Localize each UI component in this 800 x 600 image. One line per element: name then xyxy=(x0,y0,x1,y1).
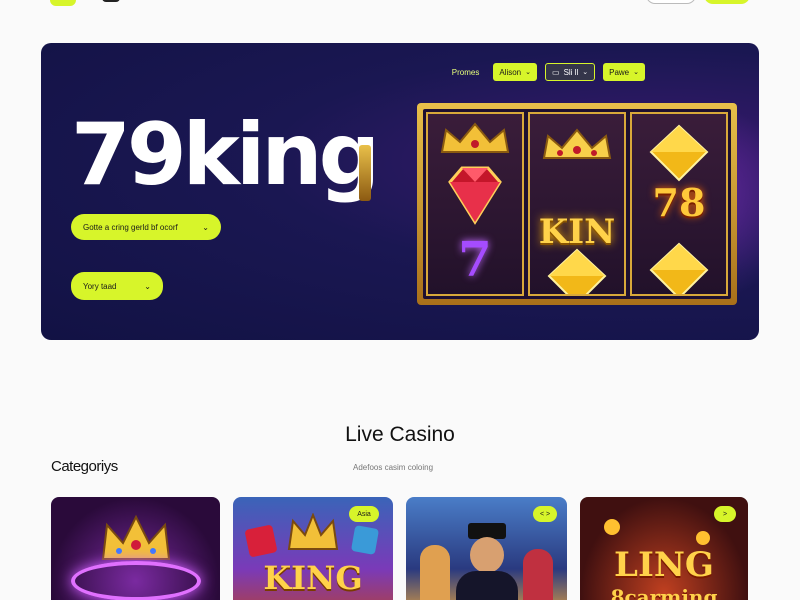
crown-icon xyxy=(440,122,510,153)
category-cards: Asia KING < > > LING 8carming xyxy=(51,497,748,600)
dice-icon xyxy=(244,524,278,558)
hero-nav-slill-label: Sli ll xyxy=(563,67,579,77)
gamepad-icon: ▭ xyxy=(552,67,560,77)
signup-button[interactable] xyxy=(704,0,750,4)
categories-subtitle: Adefoos casim coloing xyxy=(353,463,434,472)
hero-title: 79king xyxy=(71,105,380,205)
crown-icon xyxy=(101,514,171,560)
category-card[interactable]: > LING 8carming xyxy=(580,497,748,600)
hero-nav-pawe[interactable]: Pawe ⌄ xyxy=(603,63,645,81)
dealer-body xyxy=(456,571,518,600)
slot-reels: 7 KIN 78 xyxy=(423,109,731,299)
slot-reel-2: KIN xyxy=(528,112,626,296)
hero-nav-slill[interactable]: ▭ Sli ll ⌄ xyxy=(545,63,596,81)
card-art-text: LING xyxy=(614,545,714,585)
chevron-down-icon: ⌄ xyxy=(633,69,639,76)
crown-icon xyxy=(542,128,612,159)
slot-reel-1: 7 xyxy=(426,112,524,296)
card-art-subtext: 8carming xyxy=(610,585,718,600)
hero-secondary-button[interactable]: Yory taad ⌄ xyxy=(71,272,163,300)
chevron-down-icon: ⌄ xyxy=(202,222,209,232)
coin-icon xyxy=(604,519,620,535)
categories-title: Categoriys xyxy=(51,458,118,475)
gold-gem-icon xyxy=(649,242,709,294)
chevron-down-icon: ⌄ xyxy=(582,69,589,76)
section-title: Live Casino xyxy=(345,423,455,446)
hero-nav-label: Promes xyxy=(451,67,480,77)
category-card[interactable]: < > xyxy=(406,497,567,600)
gold-gem-icon xyxy=(547,248,607,294)
logo-mark[interactable] xyxy=(50,0,76,6)
slot-kin-text: KIN xyxy=(538,212,616,252)
card-art-text: KING xyxy=(263,559,363,597)
hero-nav-alison[interactable]: Alison ⌄ xyxy=(493,63,537,81)
card-badge[interactable]: < > xyxy=(533,506,557,522)
dealer-face xyxy=(470,537,504,573)
coin-icon xyxy=(696,531,710,545)
logo-text xyxy=(102,0,120,2)
hero-nav-pawe-label: Pawe xyxy=(609,67,630,77)
hero-nav: Promes Alison ⌄ ▭ Sli ll ⌄ Pawe ⌄ xyxy=(452,63,645,81)
card-badge[interactable]: Asia xyxy=(349,506,379,522)
category-card[interactable]: Asia KING xyxy=(233,497,393,600)
chevron-down-icon: ⌄ xyxy=(144,281,151,291)
hero-secondary-label: Yory taad xyxy=(83,281,117,291)
chevron-down-icon: ⌄ xyxy=(525,69,531,76)
hero-dropdown-label: Gotte a cring gerld bf ocorf xyxy=(83,222,178,232)
crown-icon xyxy=(287,513,339,550)
slot-reel-3: 78 xyxy=(630,112,728,296)
gold-gem-icon xyxy=(649,124,709,182)
hero-nav-alison-label: Alison xyxy=(499,67,522,77)
hero-dropdown-button[interactable]: Gotte a cring gerld bf ocorf ⌄ xyxy=(71,214,221,240)
slot-seven: 7 xyxy=(458,232,492,288)
card-icon xyxy=(350,525,380,555)
login-button[interactable] xyxy=(646,0,696,4)
slot-handle-left xyxy=(359,145,371,201)
glow-ring xyxy=(71,561,201,600)
dealer-right xyxy=(523,549,553,600)
card-badge[interactable]: > xyxy=(714,506,736,522)
dealer-left xyxy=(420,545,450,600)
slot-machine: 7 KIN 78 xyxy=(417,103,737,305)
red-gem-icon xyxy=(448,166,502,225)
category-card[interactable] xyxy=(51,497,220,600)
slot-78-text: 78 xyxy=(652,180,706,225)
